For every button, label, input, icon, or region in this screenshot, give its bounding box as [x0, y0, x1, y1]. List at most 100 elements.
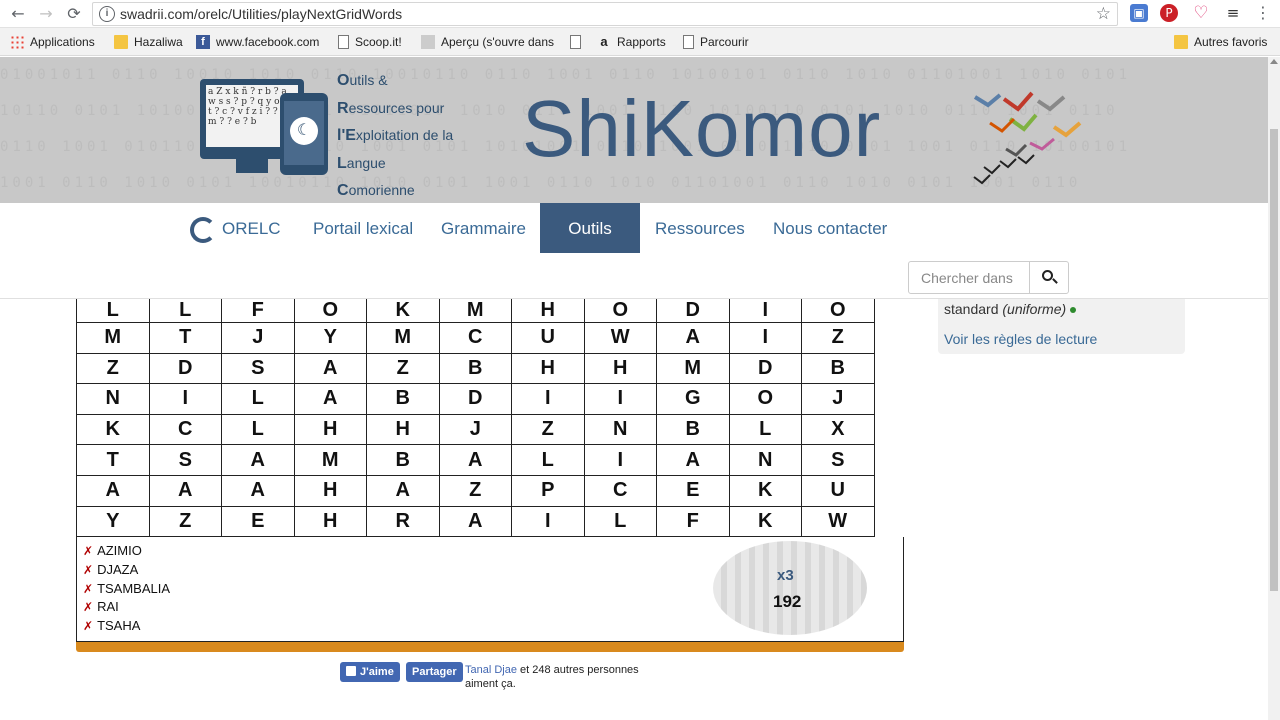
search-input[interactable]: Chercher dans: [908, 261, 1030, 294]
bookmark-page-icon-only[interactable]: [570, 34, 587, 50]
extension-icon[interactable]: ▣: [1130, 4, 1148, 22]
grid-cell[interactable]: E: [656, 474, 730, 507]
grid-cell[interactable]: I: [511, 383, 585, 415]
bookmark-applications[interactable]: Applications: [10, 34, 95, 50]
grid-cell[interactable]: F: [656, 505, 730, 538]
nav-orelc[interactable]: ORELC: [176, 203, 295, 253]
facebook-share-button[interactable]: Partager: [406, 662, 463, 682]
grid-cell[interactable]: A: [221, 444, 295, 476]
grid-cell[interactable]: Z: [76, 352, 150, 385]
nav-nous-contacter[interactable]: Nous contacter: [759, 203, 901, 253]
grid-cell[interactable]: A: [293, 352, 367, 385]
grid-cell[interactable]: K: [76, 413, 150, 446]
grid-cell[interactable]: A: [656, 444, 730, 476]
grid-cell[interactable]: A: [293, 383, 367, 415]
grid-cell[interactable]: E: [221, 505, 295, 538]
grid-cell[interactable]: K: [366, 299, 440, 323]
grid-cell[interactable]: B: [366, 444, 440, 476]
grid-cell[interactable]: I: [583, 383, 657, 415]
grid-cell[interactable]: M: [293, 444, 367, 476]
layers-icon[interactable]: ≡: [1224, 4, 1242, 22]
bookmark-apercu[interactable]: Aperçu (s'ouvre dans: [421, 34, 554, 50]
reading-rules-link[interactable]: Voir les règles de lecture: [944, 331, 1097, 347]
address-bar[interactable]: i swadrii.com/orelc/Utilities/playNextGr…: [92, 2, 1118, 26]
grid-cell[interactable]: C: [438, 322, 512, 354]
bookmark-facebook[interactable]: f www.facebook.com: [196, 34, 319, 50]
grid-cell[interactable]: Z: [148, 505, 222, 538]
reload-icon[interactable]: ⟳: [64, 4, 84, 24]
search-button[interactable]: [1029, 261, 1069, 294]
grid-cell[interactable]: U: [801, 474, 875, 507]
grid-cell[interactable]: A: [148, 474, 222, 507]
grid-cell[interactable]: H: [293, 413, 367, 446]
grid-cell[interactable]: D: [728, 352, 802, 385]
grid-cell[interactable]: A: [438, 505, 512, 538]
grid-cell[interactable]: O: [293, 299, 367, 323]
grid-cell[interactable]: H: [293, 505, 367, 538]
heart-icon[interactable]: ♡: [1192, 4, 1210, 22]
grid-cell[interactable]: A: [221, 474, 295, 507]
nav-grammaire[interactable]: Grammaire: [427, 203, 540, 253]
grid-cell[interactable]: N: [728, 444, 802, 476]
grid-cell[interactable]: A: [656, 322, 730, 354]
grid-cell[interactable]: N: [583, 413, 657, 446]
grid-cell[interactable]: Y: [293, 322, 367, 354]
facebook-friend-link[interactable]: Tanal Djae: [465, 664, 517, 676]
grid-cell[interactable]: R: [366, 505, 440, 538]
grid-cell[interactable]: I: [583, 444, 657, 476]
grid-cell[interactable]: J: [801, 383, 875, 415]
pinterest-icon[interactable]: P: [1160, 4, 1178, 22]
bookmark-other-favorites[interactable]: Autres favoris: [1174, 34, 1267, 50]
grid-cell[interactable]: Z: [438, 474, 512, 507]
grid-cell[interactable]: O: [583, 299, 657, 323]
grid-cell[interactable]: L: [583, 505, 657, 538]
grid-cell[interactable]: A: [366, 474, 440, 507]
grid-cell[interactable]: U: [511, 322, 585, 354]
site-info-icon[interactable]: i: [99, 6, 115, 22]
grid-cell[interactable]: L: [221, 383, 295, 415]
grid-cell[interactable]: K: [728, 505, 802, 538]
grid-cell[interactable]: S: [801, 444, 875, 476]
grid-cell[interactable]: M: [76, 322, 150, 354]
back-icon[interactable]: ←: [8, 4, 28, 24]
grid-cell[interactable]: J: [221, 322, 295, 354]
bookmark-parcourir[interactable]: Parcourir: [683, 34, 749, 50]
scroll-up-icon[interactable]: [1270, 59, 1278, 64]
bookmark-star-icon[interactable]: ☆: [1096, 4, 1111, 24]
grid-cell[interactable]: C: [583, 474, 657, 507]
grid-cell[interactable]: L: [221, 413, 295, 446]
grid-cell[interactable]: B: [656, 413, 730, 446]
grid-cell[interactable]: L: [148, 299, 222, 323]
bookmark-scoopit[interactable]: Scoop.it!: [338, 34, 402, 50]
bookmark-hazaliwa[interactable]: Hazaliwa: [114, 34, 183, 50]
grid-cell[interactable]: M: [438, 299, 512, 323]
grid-cell[interactable]: D: [438, 383, 512, 415]
grid-cell[interactable]: I: [148, 383, 222, 415]
grid-cell[interactable]: G: [656, 383, 730, 415]
nav-portail-lexical[interactable]: Portail lexical: [299, 203, 427, 253]
grid-cell[interactable]: B: [801, 352, 875, 385]
grid-cell[interactable]: Y: [76, 505, 150, 538]
grid-cell[interactable]: J: [438, 413, 512, 446]
grid-cell[interactable]: D: [656, 299, 730, 323]
grid-cell[interactable]: S: [221, 352, 295, 385]
grid-cell[interactable]: Z: [511, 413, 585, 446]
grid-cell[interactable]: H: [511, 299, 585, 323]
grid-cell[interactable]: I: [511, 505, 585, 538]
nav-ressources[interactable]: Ressources: [641, 203, 759, 253]
grid-cell[interactable]: B: [438, 352, 512, 385]
page-scrollbar[interactable]: [1268, 57, 1280, 720]
grid-cell[interactable]: B: [366, 383, 440, 415]
grid-cell[interactable]: Z: [801, 322, 875, 354]
grid-cell[interactable]: L: [76, 299, 150, 323]
grid-cell[interactable]: C: [148, 413, 222, 446]
grid-cell[interactable]: M: [656, 352, 730, 385]
grid-cell[interactable]: A: [438, 444, 512, 476]
grid-cell[interactable]: T: [148, 322, 222, 354]
bookmark-rapports[interactable]: a Rapports: [597, 34, 665, 50]
menu-icon[interactable]: ⋮: [1254, 4, 1272, 22]
grid-cell[interactable]: I: [728, 322, 802, 354]
grid-cell[interactable]: W: [801, 505, 875, 538]
grid-cell[interactable]: L: [511, 444, 585, 476]
grid-cell[interactable]: S: [148, 444, 222, 476]
